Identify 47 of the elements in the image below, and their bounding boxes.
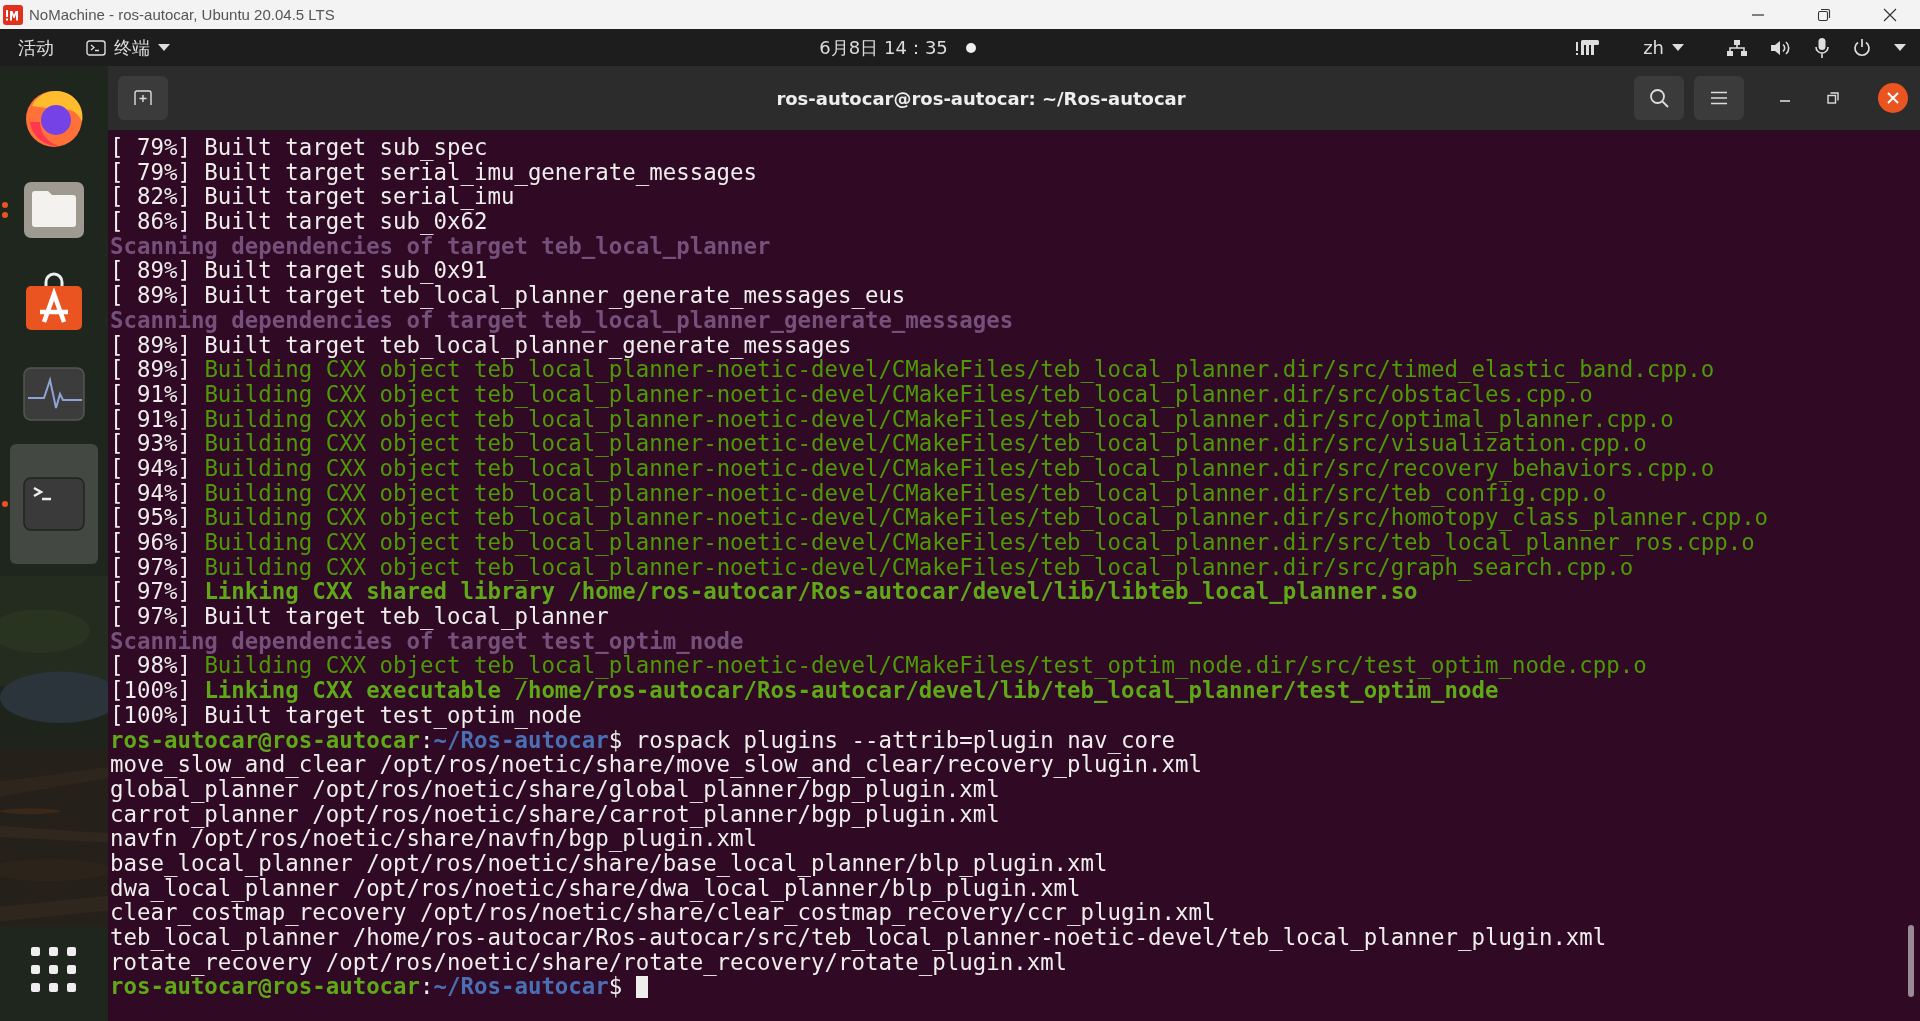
terminal-line: [ 96%] Building CXX object teb_local_planner-noetic-devel/CMakeFiles/teb_local_planner.dir/src/teb_local_planner_ros.cpp.o [110,530,1755,555]
input-method-menu[interactable]: zh [1643,37,1684,58]
app-menu[interactable]: 终端 [76,35,180,60]
clock-button[interactable]: 6月8日 14：35 [779,35,976,60]
search-button[interactable] [1634,76,1684,120]
terminal-line: [ 82%] Built target serial_imu [110,184,515,210]
terminal-line: move_slow_and_clear /opt/ros/noetic/share/move_slow_and_clear/recovery_plugin.xml [110,752,1202,777]
terminal-line: [ 79%] Built target sub_spec [110,135,488,160]
terminal-line: [ 95%] Building CXX object teb_local_planner-noetic-devel/CMakeFiles/teb_local_planner.dir/src/homotopy_class_planner.cpp.o [110,505,1769,530]
app-logo-icon [3,4,23,25]
window-title: ros-autocar@ros-autocar: ~/Ros-autocar [775,87,1186,109]
close-icon[interactable] [1883,7,1897,22]
window-title: NoMachine - ros-autocar, Ubuntu 20.04.5 LTS [29,6,335,23]
terminal-line: [100%] Built target test_optim_node [110,702,582,728]
terminal-line: clear_costmap_recovery /opt/ros/noetic/share/clear_costmap_recovery/ccr_plugin.xml [110,900,1216,925]
close-icon[interactable] [1878,83,1908,113]
terminal-line: [ 89%] Building CXX object teb_local_planner-noetic-devel/CMakeFiles/teb_local_planner.dir/src/timed_elastic_band.cpp.o [110,357,1715,382]
terminal-line: [ 93%] Building CXX object teb_local_planner-noetic-devel/CMakeFiles/teb_local_planner.dir/src/visualization.cpp.o [110,431,1647,456]
power-icon[interactable] [1852,37,1872,58]
terminal-line: [ 97%] Built target teb_local_planner [110,604,609,629]
terminal-icon [86,39,106,56]
search-icon [1649,88,1669,108]
indicator-icon[interactable] [1575,37,1602,58]
activities-button[interactable]: 活动 [0,35,72,60]
caret-icon [158,43,170,52]
volume-icon[interactable] [1770,38,1792,57]
terminal-line: [ 86%] Built target sub_0x62 [110,209,488,234]
terminal-line: [ 89%] Built target sub_0x91 [110,258,488,284]
caret-icon [1672,43,1684,52]
terminal-line: [ 89%] Built target teb_local_planner_generate_messages_eus [110,283,906,308]
restore-icon[interactable] [1817,7,1831,22]
menu-icon [1710,91,1728,105]
new-tab-icon [134,90,152,106]
terminal-line: teb_local_planner /home/ros-autocar/Ros-autocar/src/teb_local_planner-noetic-devel/teb_local_planner_plugin.xml [110,925,1607,950]
terminal-line: [ 98%] Building CXX object teb_local_planner-noetic-devel/CMakeFiles/test_optim_node.dir/src/test_optim_node.cpp.o [110,653,1647,679]
menu-button[interactable] [1694,76,1744,120]
microphone-icon[interactable] [1814,36,1830,59]
terminal-line: navfn /opt/ros/noetic/share/navfn/bgp_plugin.xml [110,826,758,851]
terminal-line: Scanning dependencies of target teb_local_planner [110,233,771,259]
new-tab-button[interactable] [118,76,168,120]
caret-icon[interactable] [1894,43,1906,52]
terminal-line: [100%] Linking CXX executable /home/ros-autocar/Ros-autocar/devel/lib/teb_local_planner/test_optim_node [110,678,1499,703]
terminal-line: [ 89%] Built target teb_local_planner_generate_messages [110,332,852,358]
restore-icon[interactable] [1826,91,1840,105]
app-grid-icon[interactable] [31,947,77,993]
network-icon[interactable] [1726,38,1748,57]
scrollbar[interactable] [1908,925,1914,997]
